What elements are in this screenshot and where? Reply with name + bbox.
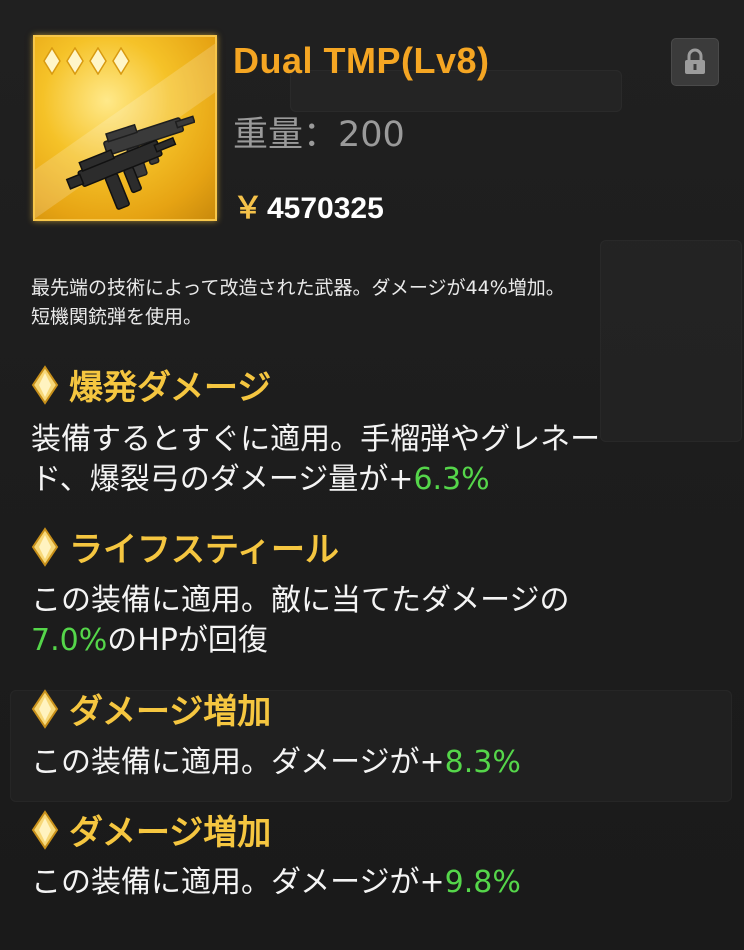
skill-description: 装備するとすぐに適用。手榴弾やグレネー ド、爆裂弓のダメージ量が+6.3% — [31, 420, 721, 500]
skill-description-line: 装備するとすぐに適用。手榴弾やグレネー — [31, 422, 601, 457]
skill-text: この装備に適用。ダメージが+ — [31, 865, 445, 900]
skill-title-life-steal: ライフスティール — [31, 522, 339, 571]
skill-title-damage-increase: ダメージ増加 — [31, 805, 271, 854]
skill-value: 7.0% — [31, 623, 108, 658]
yen-icon: ￥ — [233, 192, 263, 225]
diamond-bullet-icon — [31, 526, 59, 567]
star-diamond-icon — [112, 47, 130, 75]
item-name: Dual TMP(Lv8) — [233, 40, 490, 81]
skill-value: 8.3% — [444, 745, 521, 780]
price-value: 4570325 — [267, 192, 384, 225]
star-diamond-icon — [43, 47, 61, 75]
rarity-stars — [43, 47, 130, 75]
skill-value: 6.3% — [413, 462, 490, 497]
skill-text: のHPが回復 — [107, 623, 268, 658]
skill-description: この装備に適用。敵に当てたダメージの 7.0%のHPが回復 — [31, 581, 721, 661]
submachine-gun-icon — [65, 115, 195, 210]
skill-title-text: ダメージ増加 — [69, 813, 272, 853]
lock-button[interactable] — [671, 38, 719, 86]
diamond-bullet-icon — [31, 809, 59, 850]
item-weight: 重量：200 — [233, 115, 405, 155]
description-line: 短機関銃弾を使用。 — [31, 306, 203, 328]
skill-title-explosive-damage: 爆発ダメージ — [31, 360, 271, 409]
skill-text: ド、爆裂弓のダメージ量が+ — [31, 462, 414, 497]
skill-description-line: ド、爆裂弓のダメージ量が+6.3% — [31, 460, 721, 500]
item-price: ￥ 4570325 — [233, 183, 384, 227]
item-icon-frame — [33, 35, 217, 221]
skill-title-text: ライフスティール — [69, 530, 339, 570]
skill-description: この装備に適用。ダメージが+8.3% — [31, 743, 721, 783]
skill-value: 9.8% — [444, 865, 521, 900]
skill-title-damage-increase: ダメージ増加 — [31, 684, 271, 733]
skill-title-text: 爆発ダメージ — [69, 368, 272, 408]
diamond-bullet-icon — [31, 688, 59, 729]
description-line: 最先端の技術によって改造された武器。ダメージが44%増加。 — [31, 277, 565, 299]
skill-description-line: この装備に適用。ダメージが+9.8% — [31, 863, 721, 903]
star-diamond-icon — [66, 47, 84, 75]
skill-description-line: この装備に適用。敵に当てたダメージの — [31, 583, 570, 618]
skill-title-text: ダメージ増加 — [69, 692, 272, 732]
skill-description-line: 7.0%のHPが回復 — [31, 621, 721, 661]
item-description: 最先端の技術によって改造された武器。ダメージが44%増加。 短機関銃弾を使用。 — [31, 274, 731, 332]
skill-description-line: この装備に適用。ダメージが+8.3% — [31, 743, 721, 783]
item-detail-panel: Dual TMP(Lv8) 重量：200 ￥ 4570325 最先端の技術によって… — [0, 0, 744, 950]
star-diamond-icon — [89, 47, 107, 75]
lock-icon — [685, 48, 705, 74]
background-ghost — [600, 240, 742, 442]
diamond-bullet-icon — [31, 364, 59, 405]
skill-description: この装備に適用。ダメージが+9.8% — [31, 863, 721, 903]
skill-text: この装備に適用。ダメージが+ — [31, 745, 445, 780]
